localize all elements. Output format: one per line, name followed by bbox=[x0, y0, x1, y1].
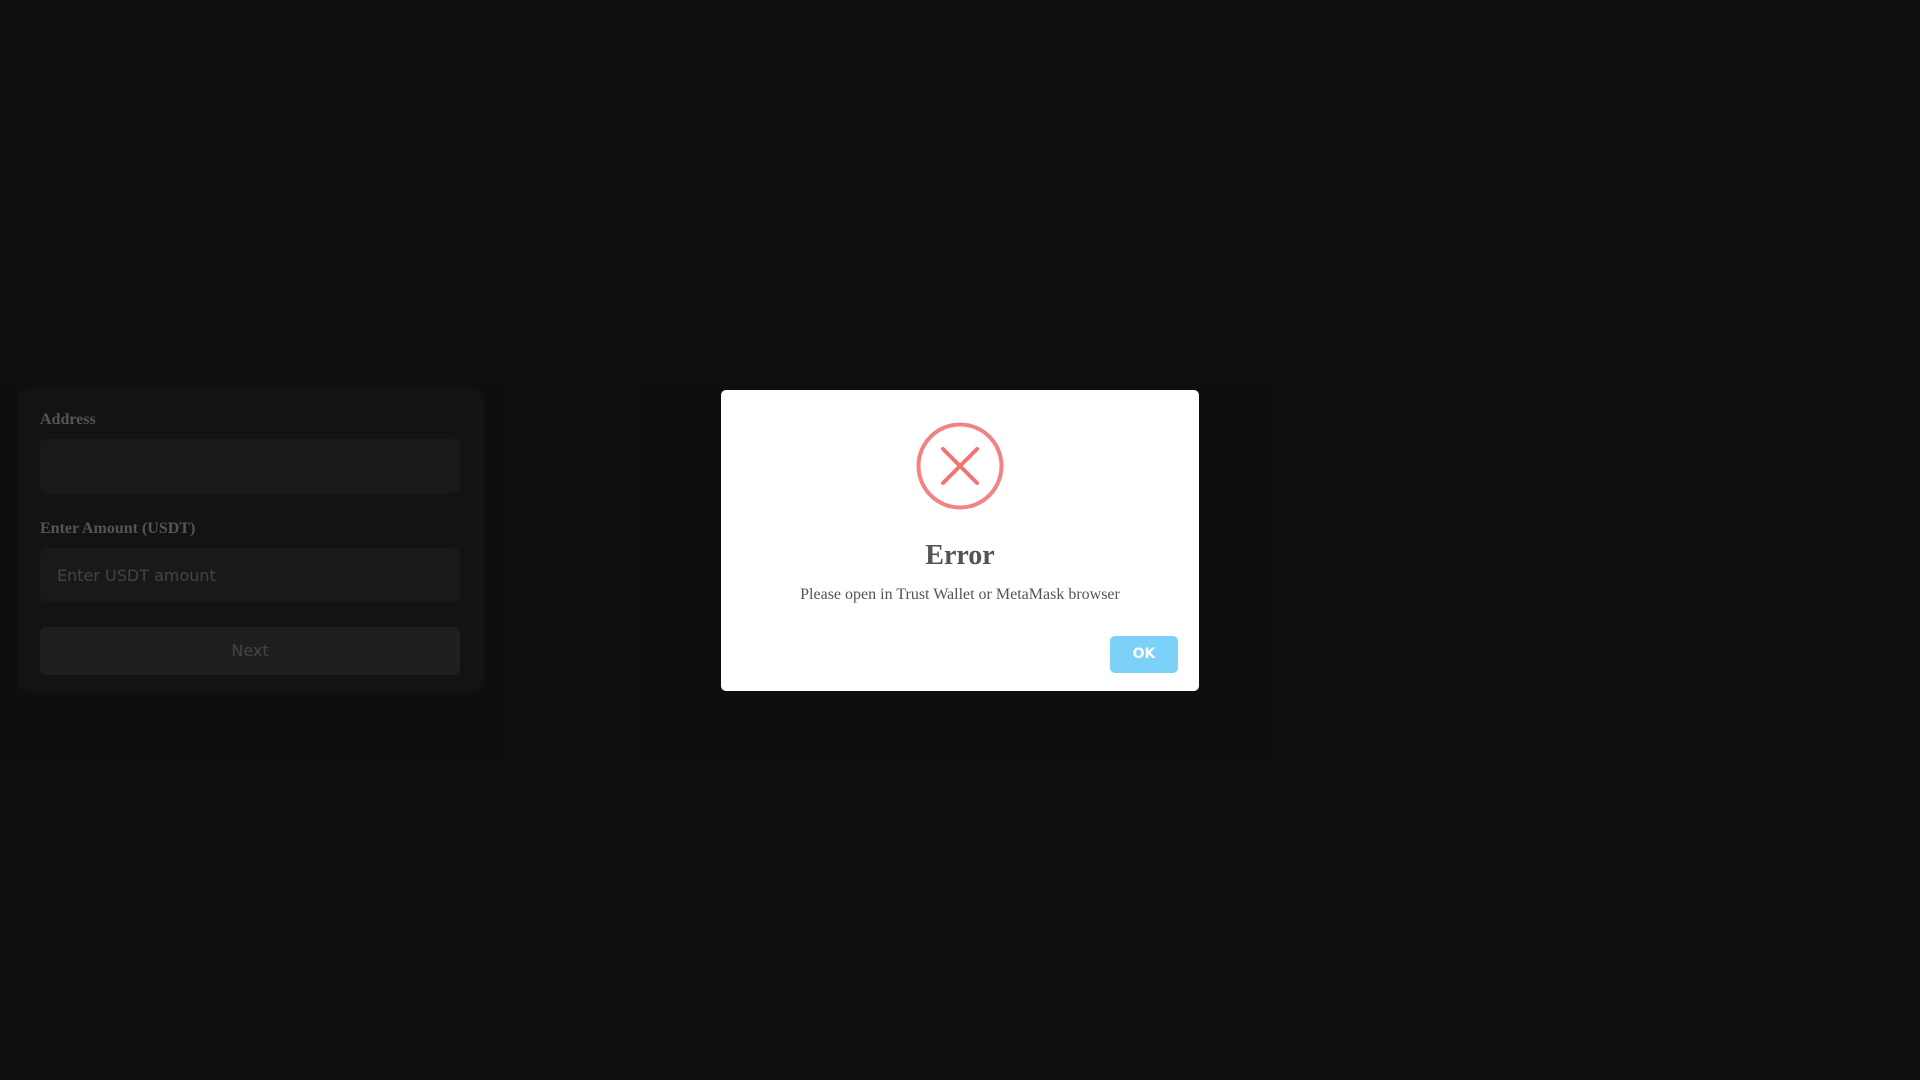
dialog-message: Please open in Trust Wallet or MetaMask … bbox=[800, 586, 1120, 603]
error-dialog: Error Please open in Trust Wallet or Met… bbox=[721, 390, 1199, 691]
error-x-circle-icon bbox=[916, 422, 1004, 510]
dialog-title: Error bbox=[925, 540, 995, 571]
ok-button[interactable]: OK bbox=[1110, 636, 1178, 673]
